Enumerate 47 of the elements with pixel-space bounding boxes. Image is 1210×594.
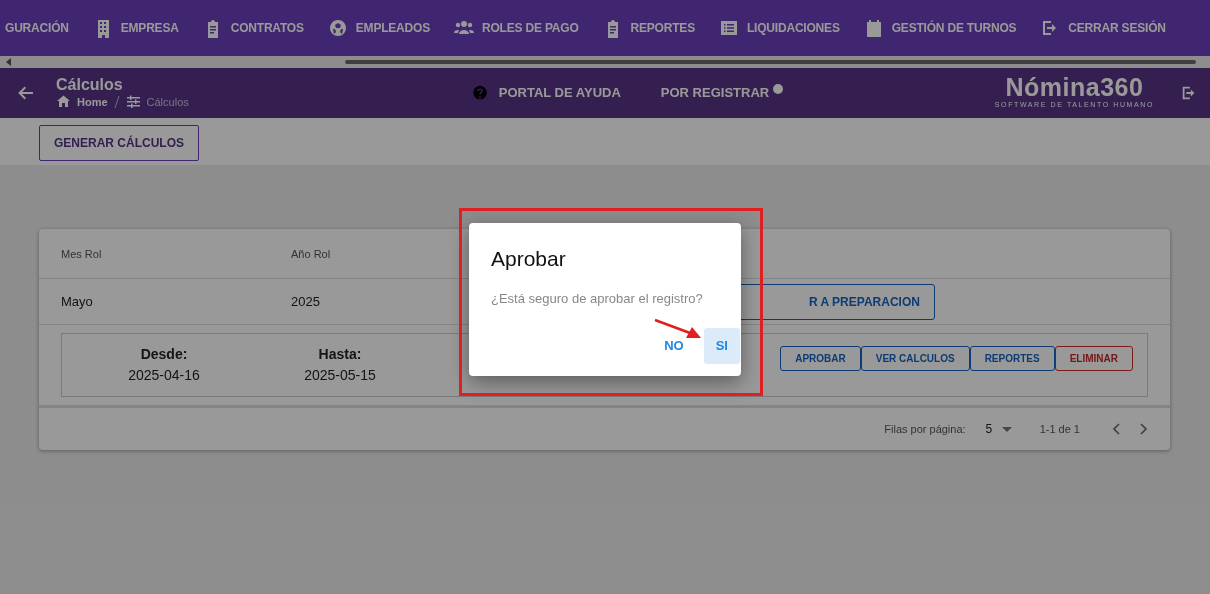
menu-item[interactable]: LIQUIDACIONES	[718, 18, 840, 38]
dialog-button[interactable]: NO	[652, 328, 696, 364]
action-button[interactable]: VER CALCULOS	[860, 345, 970, 371]
from-label: Desde:	[139, 345, 189, 364]
to-date: 2025-05-15	[303, 366, 377, 385]
generate-button[interactable]: GENERAR CÁLCULOS	[39, 125, 199, 161]
header-link[interactable]: POR REGISTRAR	[660, 83, 784, 103]
pointer-arrow	[654, 318, 702, 340]
menu-item[interactable]: REPORTES	[602, 18, 695, 38]
menu-item[interactable]: EMPRESA	[92, 18, 179, 38]
table-cell: Mayo	[61, 293, 93, 309]
table-cell: 2025	[291, 293, 320, 309]
column-header: Año Rol	[291, 247, 331, 260]
menu-item[interactable]: GESTIÓN DE TURNOS	[863, 18, 1017, 38]
dialog-title: Aprobar	[491, 246, 567, 272]
scroll-left-icon[interactable]	[6, 58, 12, 66]
column-header: Mes Rol	[61, 247, 102, 260]
previous-page-icon[interactable]	[1112, 423, 1120, 435]
dropdown-caret-icon	[1001, 427, 1012, 433]
action-button[interactable]: APROBAR	[780, 345, 861, 371]
delete-button[interactable]: ELIMINAR	[1054, 345, 1133, 371]
header-link[interactable]: PORTAL DE AYUDA	[470, 83, 621, 103]
status-dot	[773, 84, 784, 94]
menu-item[interactable]: CERRAR SESIÓN	[1040, 18, 1166, 38]
menu-item[interactable]: CONTRATOS	[202, 18, 304, 38]
sliders-icon	[125, 94, 141, 110]
menu-item[interactable]: ROLES DE PAGO	[454, 18, 579, 38]
menu-item[interactable]: EMPLEADOS	[327, 18, 430, 38]
page-range: 1-1 de 1	[1039, 421, 1080, 437]
next-page-icon[interactable]	[1140, 423, 1148, 435]
rows-per-page-select[interactable]: 5	[985, 420, 1012, 438]
scrollbar-thumb[interactable]	[345, 60, 1196, 64]
action-button[interactable]: REPORTES	[969, 345, 1055, 371]
back-arrow-icon[interactable]	[18, 85, 34, 101]
from-date: 2025-04-16	[127, 366, 201, 385]
to-label: Hasta:	[317, 345, 363, 364]
help-icon	[470, 84, 489, 102]
breadcrumb-link[interactable]: Home	[77, 93, 108, 111]
list-icon	[718, 18, 739, 38]
menu-item[interactable]: GURACIÓN	[5, 19, 69, 37]
logo-text: Nómina360	[1004, 75, 1145, 101]
page-title: Cálculos	[56, 75, 124, 94]
dialog-button[interactable]: SI	[703, 328, 740, 364]
breadcrumb-link[interactable]: Cálculos	[146, 93, 189, 111]
breadcrumb-separator	[113, 95, 120, 108]
home-icon	[56, 94, 71, 110]
rows-per-page-label: Filas por página:	[884, 421, 966, 437]
